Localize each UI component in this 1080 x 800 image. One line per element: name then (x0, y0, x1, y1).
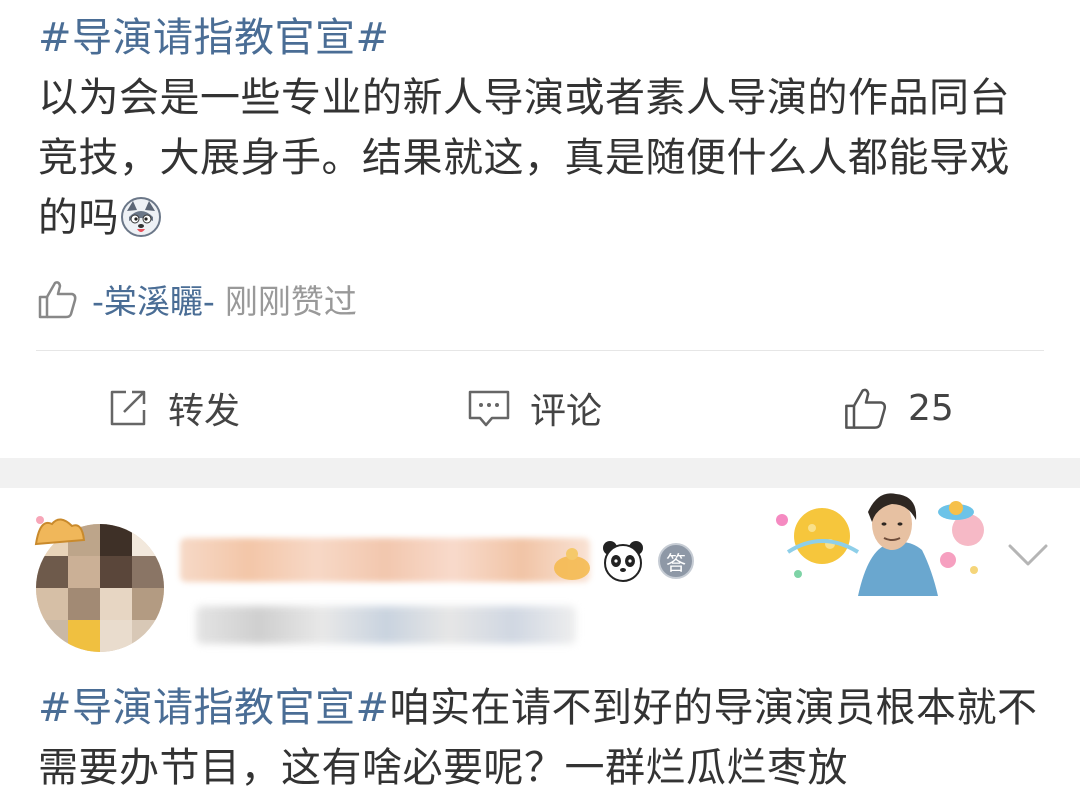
repost-label: 转发 (168, 391, 241, 432)
liked-status: 刚刚赞过 (224, 282, 357, 321)
comment-label: 评论 (530, 391, 603, 432)
vip-crown-icon (554, 548, 590, 580)
liker-name-link[interactable]: -棠溪矖- (92, 275, 215, 323)
comment-icon (468, 390, 510, 427)
post-card-1: #导演请指教官宣# 以为会是一些专业的新人导演或者素人导演的作品同台竞技，大展身… (0, 0, 1080, 458)
username-blurred[interactable] (180, 538, 590, 582)
section-gap (0, 458, 1080, 488)
like-count: 25 (908, 387, 954, 429)
panda-icon (603, 541, 643, 582)
thumbs-up-icon (845, 388, 887, 429)
like-button[interactable]: 25 (842, 370, 954, 446)
post-1-body: 以为会是一些专业的新人导演或者素人导演的作品同台竞技，大展身手。结果就这，真是随… (38, 75, 1010, 241)
cat-ear-frame-icon (34, 516, 86, 546)
post-meta-blurred (196, 606, 576, 644)
share-icon (110, 390, 146, 426)
post-card-2: 答 #导演请指教官宣#咱实在请不到好的导演演员根本就不需要办节目，这有啥必要呢？… (0, 488, 1080, 800)
husky-face-emoji-icon (121, 197, 161, 237)
comment-button[interactable]: 评论 (466, 370, 602, 446)
divider (36, 350, 1044, 351)
post-2-text: #导演请指教官宣#咱实在请不到好的导演演员根本就不需要办节目，这有啥必要呢？一群… (38, 678, 1048, 798)
liked-by-row: -棠溪矖- 刚刚赞过 (36, 274, 357, 324)
post-actions-bar: 转发 评论 25 (0, 370, 1080, 446)
chevron-down-icon[interactable] (1006, 540, 1050, 570)
answer-badge-icon: 答 (658, 543, 694, 579)
post-1-text: #导演请指教官宣# 以为会是一些专业的新人导演或者素人导演的作品同台竞技，大展身… (38, 8, 1048, 248)
hashtag-link[interactable]: #导演请指教官宣# (38, 685, 390, 731)
hashtag-link[interactable]: #导演请指教官宣# (38, 15, 390, 61)
card-decoration-image (776, 493, 984, 596)
thumbs-up-icon (38, 281, 77, 319)
repost-button[interactable]: 转发 (106, 370, 240, 446)
